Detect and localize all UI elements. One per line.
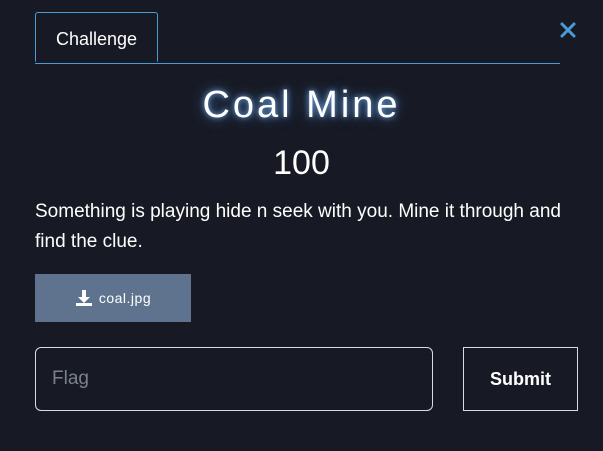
file-name: coal.jpg bbox=[98, 290, 152, 306]
challenge-modal: Challenge Coal Mine 100 Something is pla… bbox=[0, 0, 603, 451]
challenge-description: Something is playing hide n seek with yo… bbox=[35, 201, 561, 252]
tab-challenge[interactable]: Challenge bbox=[35, 12, 159, 62]
submit-button[interactable]: Submit bbox=[463, 347, 578, 411]
challenge-points: 100 bbox=[273, 144, 330, 182]
download-icon bbox=[75, 289, 93, 307]
challenge-title: Coal Mine bbox=[202, 84, 401, 126]
file-download-button[interactable]: coal.jpg bbox=[35, 274, 191, 322]
tab-bar: Challenge bbox=[35, 12, 560, 64]
close-icon[interactable] bbox=[558, 20, 578, 40]
flag-input[interactable] bbox=[35, 347, 433, 411]
